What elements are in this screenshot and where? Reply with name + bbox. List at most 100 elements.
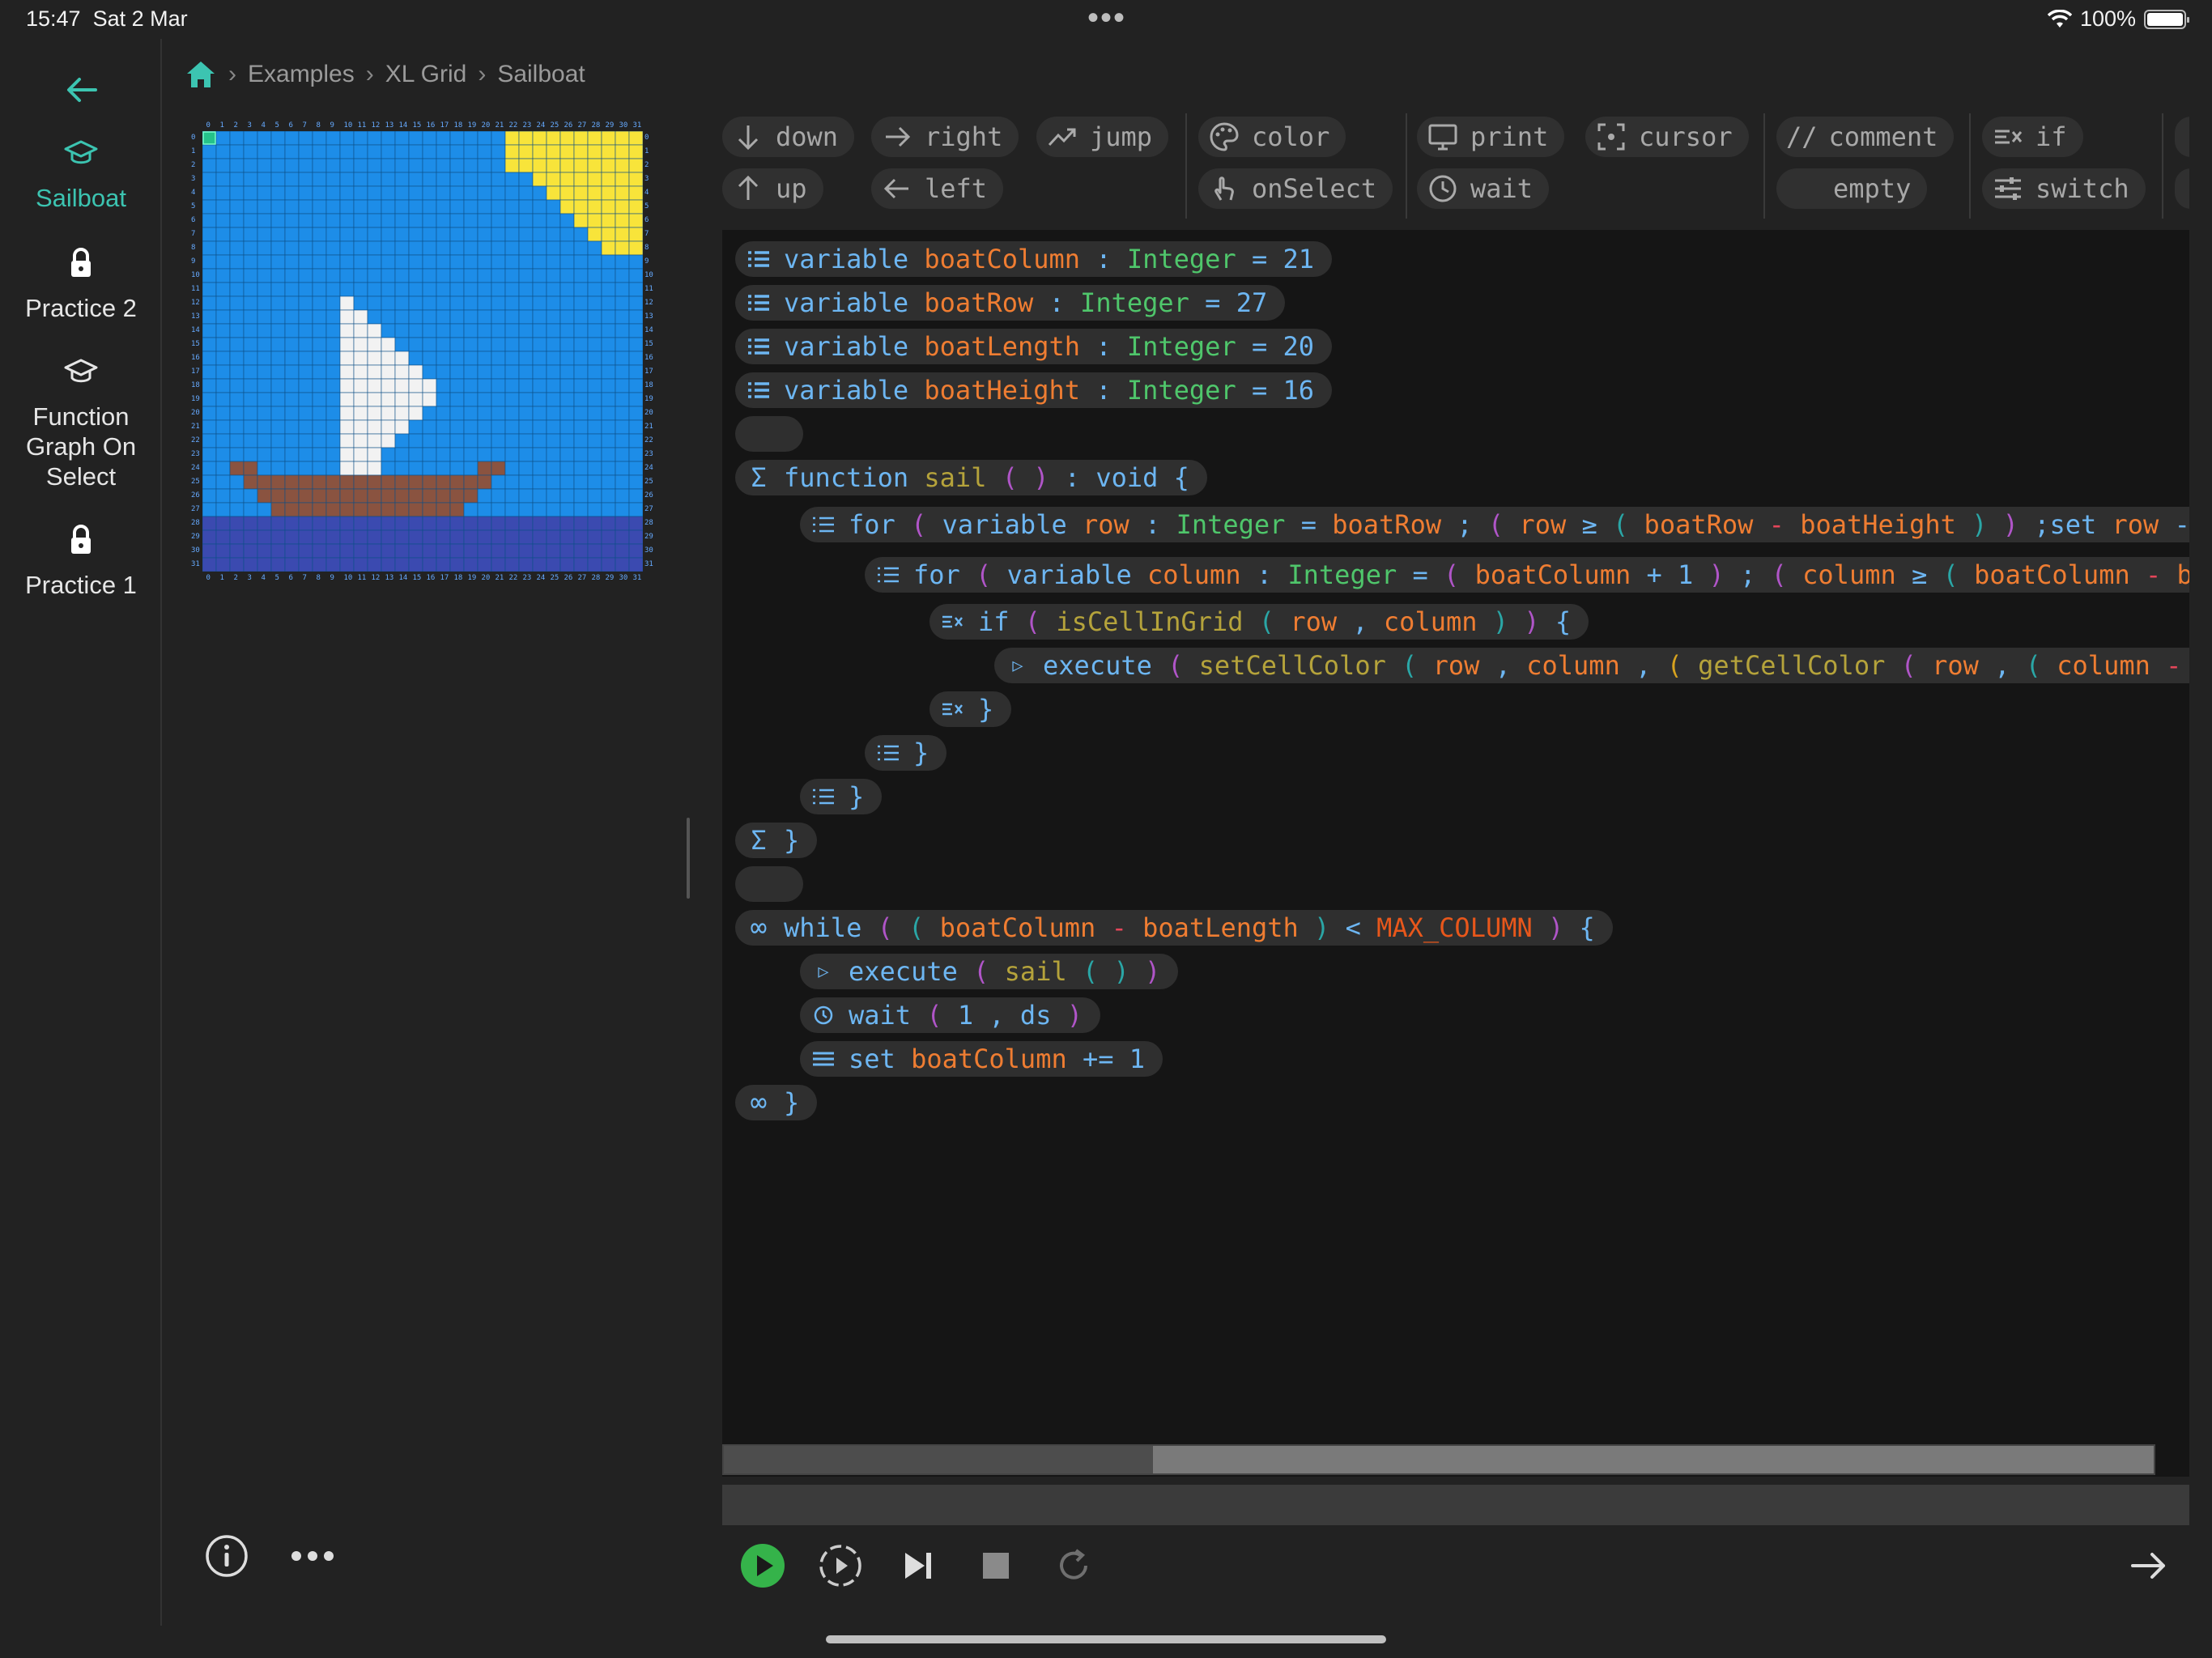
grid-cell[interactable] <box>367 474 382 490</box>
grid-cell[interactable] <box>628 240 643 256</box>
grid-cell[interactable] <box>532 337 547 352</box>
grid-cell[interactable] <box>628 337 643 352</box>
grid-cell[interactable] <box>463 378 479 393</box>
grid-cell[interactable] <box>270 364 286 380</box>
grid-cell[interactable] <box>229 516 245 531</box>
code-line-set-boatcolumn[interactable]: set boatColumn += 1 <box>800 1041 1163 1077</box>
grid-cell[interactable] <box>532 502 547 517</box>
grid-cell[interactable] <box>546 461 561 476</box>
grid-cell[interactable] <box>229 227 245 242</box>
grid-cell[interactable] <box>394 185 410 201</box>
grid-cell[interactable] <box>298 172 313 187</box>
grid-cell[interactable] <box>312 461 327 476</box>
grid-cell[interactable] <box>284 199 300 215</box>
grid-cell[interactable] <box>215 543 231 559</box>
grid-cell[interactable] <box>394 268 410 283</box>
grid-cell[interactable] <box>367 295 382 311</box>
grid-cell[interactable] <box>559 144 575 159</box>
code-line-if-close[interactable]: } <box>929 691 1012 727</box>
grid-cell[interactable] <box>257 447 272 462</box>
grid-cell[interactable] <box>628 406 643 421</box>
grid-cell[interactable] <box>449 295 465 311</box>
grid-cell[interactable] <box>559 516 575 531</box>
grid-cell[interactable] <box>615 131 630 146</box>
grid-cell[interactable] <box>449 543 465 559</box>
grid-cell[interactable] <box>518 502 534 517</box>
grid-cell[interactable] <box>559 378 575 393</box>
grid-cell[interactable] <box>243 213 258 228</box>
grid-cell[interactable] <box>573 419 589 435</box>
grid-cell[interactable] <box>546 364 561 380</box>
grid-cell[interactable] <box>257 240 272 256</box>
grid-cell[interactable] <box>215 474 231 490</box>
grid-cell[interactable] <box>518 323 534 338</box>
grid-cell[interactable] <box>298 309 313 325</box>
grid-cell[interactable] <box>436 351 451 366</box>
grid-cell[interactable] <box>587 392 602 407</box>
grid-cell[interactable] <box>325 419 341 435</box>
grid-cell[interactable] <box>532 543 547 559</box>
grid-cell[interactable] <box>559 364 575 380</box>
grid-cell[interactable] <box>477 337 492 352</box>
grid-cell[interactable] <box>312 213 327 228</box>
grid-cell[interactable] <box>339 474 355 490</box>
grid-cell[interactable] <box>408 268 423 283</box>
grid-cell[interactable] <box>504 185 520 201</box>
grid-cell[interactable] <box>257 419 272 435</box>
grid-cell[interactable] <box>573 433 589 449</box>
grid-cell[interactable] <box>559 447 575 462</box>
grid-cell[interactable] <box>628 254 643 270</box>
grid-cell[interactable] <box>587 378 602 393</box>
grid-cell[interactable] <box>518 240 534 256</box>
grid-cell[interactable] <box>477 158 492 173</box>
grid-cell[interactable] <box>546 378 561 393</box>
grid-cell[interactable] <box>504 199 520 215</box>
grid-cell[interactable] <box>449 144 465 159</box>
grid-cell[interactable] <box>463 502 479 517</box>
grid-cell[interactable] <box>532 268 547 283</box>
grid-cell[interactable] <box>367 172 382 187</box>
grid-cell[interactable] <box>394 474 410 490</box>
grid-cell[interactable] <box>573 474 589 490</box>
grid-cell[interactable] <box>573 323 589 338</box>
grid-cell[interactable] <box>353 227 368 242</box>
grid-cell[interactable] <box>325 268 341 283</box>
grid-cell[interactable] <box>202 461 217 476</box>
grid-cell[interactable] <box>504 392 520 407</box>
grid-cell[interactable] <box>243 144 258 159</box>
grid-cell[interactable] <box>215 392 231 407</box>
grid-cell[interactable] <box>257 529 272 545</box>
grid-cell[interactable] <box>312 351 327 366</box>
code-line-for-row[interactable]: for ( variable row : Integer = boatRow ;… <box>800 507 2189 542</box>
grid-cell[interactable] <box>215 268 231 283</box>
grid-cell[interactable] <box>477 254 492 270</box>
grid-cell[interactable] <box>270 529 286 545</box>
grid-cell[interactable] <box>408 185 423 201</box>
grid-cell[interactable] <box>491 543 506 559</box>
grid-cell[interactable] <box>559 433 575 449</box>
grid-cell[interactable] <box>270 185 286 201</box>
grid-cell[interactable] <box>504 488 520 504</box>
grid-cell[interactable] <box>463 516 479 531</box>
grid-cell[interactable] <box>408 406 423 421</box>
grid-cell[interactable] <box>436 323 451 338</box>
grid-cell[interactable] <box>257 295 272 311</box>
grid-cell[interactable] <box>587 295 602 311</box>
grid-cell[interactable] <box>257 364 272 380</box>
grid-cell[interactable] <box>422 131 437 146</box>
grid-cell[interactable] <box>587 282 602 297</box>
grid-cell[interactable] <box>518 309 534 325</box>
grid-cell[interactable] <box>367 282 382 297</box>
grid-cell[interactable] <box>284 185 300 201</box>
grid-cell[interactable] <box>491 502 506 517</box>
grid-cell[interactable] <box>243 461 258 476</box>
grid-cell[interactable] <box>325 433 341 449</box>
grid-cell[interactable] <box>449 433 465 449</box>
grid-cell[interactable] <box>353 502 368 517</box>
grid-cell[interactable] <box>573 254 589 270</box>
down-button[interactable]: down <box>722 117 855 157</box>
grid-cell[interactable] <box>353 268 368 283</box>
grid-cell[interactable] <box>202 406 217 421</box>
grid-cell[interactable] <box>518 406 534 421</box>
grid-cell[interactable] <box>477 144 492 159</box>
